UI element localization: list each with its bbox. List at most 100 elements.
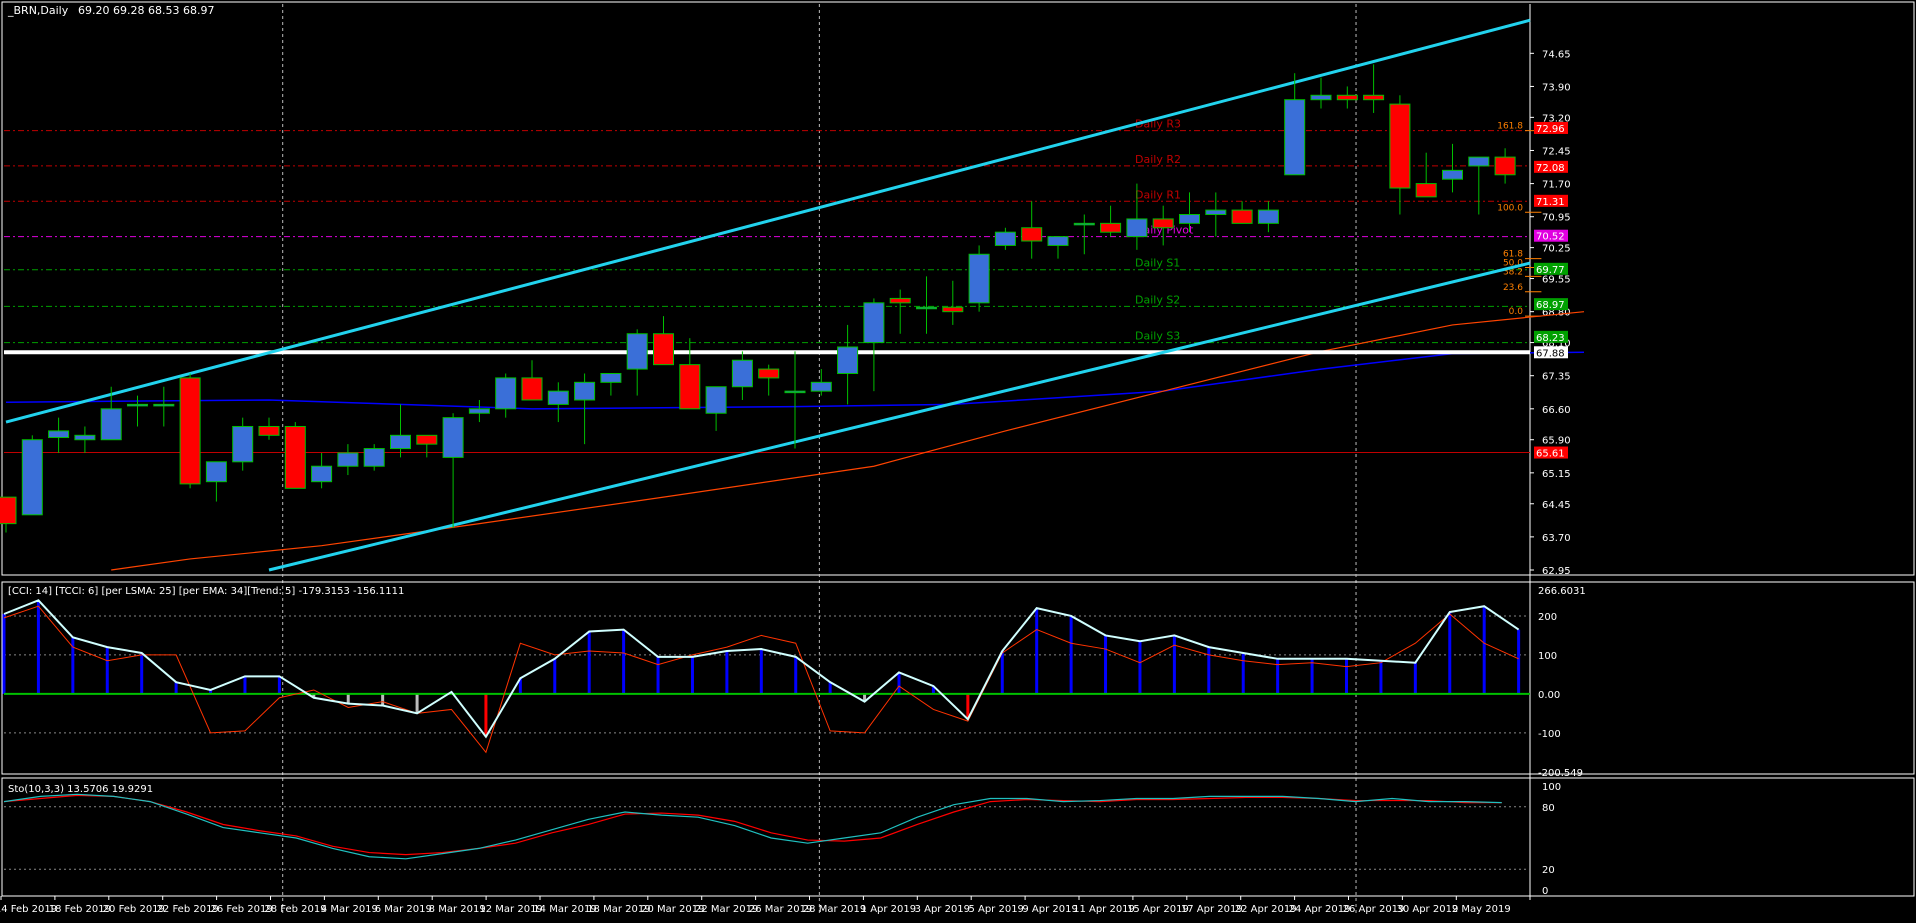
candle-bull — [916, 306, 937, 310]
candle-bull — [994, 231, 1016, 246]
sto-tick-label: 20 — [1542, 865, 1555, 876]
candle-bear — [1100, 222, 1122, 233]
x-tick-label: 5 Apr 2019 — [968, 904, 1023, 915]
cci-tick-label: 266.6031 — [1538, 586, 1586, 597]
candle-bull — [442, 417, 464, 458]
chart-canvas: 74.6573.9073.2072.4571.7070.9570.2569.55… — [0, 1, 1915, 915]
price-tag-label: 72.96 — [1536, 124, 1565, 135]
candle-bull — [311, 465, 333, 483]
sto-tick-label: 0 — [1542, 886, 1548, 897]
candle-bear — [679, 364, 701, 410]
x-tick-label: 26 Feb 2019 — [210, 904, 272, 915]
y-tick-label: 62.95 — [1542, 566, 1571, 577]
candle-bear — [416, 434, 438, 445]
price-tag-label: 71.31 — [1536, 197, 1565, 208]
channel-lower-line — [268, 261, 1531, 572]
cci-panel-border — [1, 581, 1915, 775]
x-tick-label: 28 Mar 2019 — [803, 904, 866, 915]
pivot-label: Daily S2 — [1135, 293, 1180, 306]
candle-bear — [1494, 156, 1516, 176]
x-tick-label: 9 Apr 2019 — [1022, 904, 1077, 915]
price-tag-label: 68.97 — [1536, 300, 1565, 311]
y-tick-label: 66.60 — [1542, 405, 1571, 416]
candle-bull — [1205, 209, 1227, 216]
candle-bear — [1231, 209, 1253, 224]
price-tag-label: 70.52 — [1536, 232, 1565, 243]
sto-legend: Sto(10,3,3) 13.5706 19.9291 — [8, 784, 153, 795]
x-tick-label: 11 Apr 2019 — [1073, 904, 1135, 915]
candle-bear — [1389, 103, 1411, 189]
candle-bull — [363, 448, 385, 467]
candle-bull — [968, 253, 990, 304]
x-tick-label: 15 Apr 2019 — [1127, 904, 1189, 915]
candle-bull — [1047, 236, 1069, 246]
candle-bull — [1179, 214, 1200, 224]
cci-panel: 266.6031 200 100 0.00 -100 -200.549 [CCI: 14] … — [1, 581, 1915, 779]
fib-level-label: 100.0 — [1497, 203, 1523, 213]
candle-bull — [232, 425, 254, 463]
x-tick-label: 26 Apr 2019 — [1343, 904, 1405, 915]
price-tag-label: 67.88 — [1536, 348, 1565, 359]
cci-legend: [CCI: 14] [TCCI: 6] [per LSMA: 25] [per … — [8, 586, 404, 597]
candle-bull — [21, 439, 43, 516]
pivot-label: Daily R1 — [1135, 188, 1181, 201]
x-tick-label: 3 Apr 2019 — [915, 904, 970, 915]
y-tick-label: 65.90 — [1542, 436, 1571, 447]
fib-level-label: 23.6 — [1503, 283, 1523, 293]
candle-bear — [653, 333, 674, 366]
price-tag-label: 68.23 — [1536, 333, 1565, 344]
sto-tick-label: 80 — [1542, 803, 1555, 814]
candle-bull — [837, 346, 859, 374]
candle-bear — [0, 496, 17, 525]
candle-bear — [1415, 183, 1437, 198]
chart-title: _BRN,Daily — [7, 4, 69, 17]
candle-bull — [863, 302, 885, 344]
candle-bull — [153, 403, 175, 407]
candle-bear — [521, 377, 543, 401]
pivot-label: Daily R2 — [1135, 153, 1181, 166]
y-tick-label: 74.65 — [1542, 49, 1571, 60]
sto-d-line — [3, 794, 1502, 856]
candle-bull — [495, 377, 517, 410]
pivot-label: Daily S1 — [1135, 257, 1180, 270]
y-tick-label: 70.25 — [1542, 244, 1571, 255]
y-tick-label: 70.95 — [1542, 213, 1571, 224]
candle-bull — [205, 461, 227, 483]
pivot-label: Daily S3 — [1135, 330, 1180, 343]
candle-bull — [1468, 156, 1490, 167]
stochastic-panel: 10080200Sto(10,3,3) 13.5706 19.929114 Fe… — [0, 777, 1915, 915]
candle-bull — [74, 434, 96, 441]
price-tag-label: 72.08 — [1536, 163, 1565, 174]
candle-bull — [337, 452, 359, 467]
cci-tick-label: -200.549 — [1538, 768, 1583, 779]
x-tick-label: 17 Apr 2019 — [1181, 904, 1243, 915]
candle-bull — [600, 372, 622, 383]
y-tick-label: 65.15 — [1542, 469, 1571, 480]
candle-bear — [1152, 218, 1174, 229]
x-tick-label: 2 May 2019 — [1452, 904, 1511, 915]
cci-tick-label: 100 — [1538, 651, 1557, 662]
candle-bull — [100, 408, 122, 441]
candle-bull — [48, 430, 70, 439]
sto-tick-label: 100 — [1542, 782, 1561, 793]
candle-bull — [547, 390, 569, 405]
x-tick-label: 4 Mar 2019 — [321, 904, 378, 915]
candle-bull — [705, 386, 727, 414]
fib-level-label: 161.8 — [1497, 122, 1523, 132]
x-tick-label: 24 Apr 2019 — [1289, 904, 1351, 915]
candle-bull — [127, 403, 148, 407]
candle-bear — [1021, 227, 1043, 242]
candle-bear — [889, 297, 911, 304]
y-tick-label: 67.35 — [1542, 372, 1571, 383]
cci-tick-label: 200 — [1538, 612, 1557, 623]
candle-bull — [810, 381, 832, 392]
candle-bull — [626, 333, 648, 370]
candle-bull — [784, 390, 806, 394]
y-tick-label: 73.90 — [1542, 82, 1571, 93]
x-tick-label: 28 Feb 2019 — [264, 904, 326, 915]
price-tag-label: 65.61 — [1536, 449, 1565, 460]
fib-level-label: 0.0 — [1509, 307, 1524, 317]
candle-bull — [731, 359, 753, 388]
candle-bear — [258, 425, 280, 436]
candle-bull — [1126, 218, 1148, 238]
